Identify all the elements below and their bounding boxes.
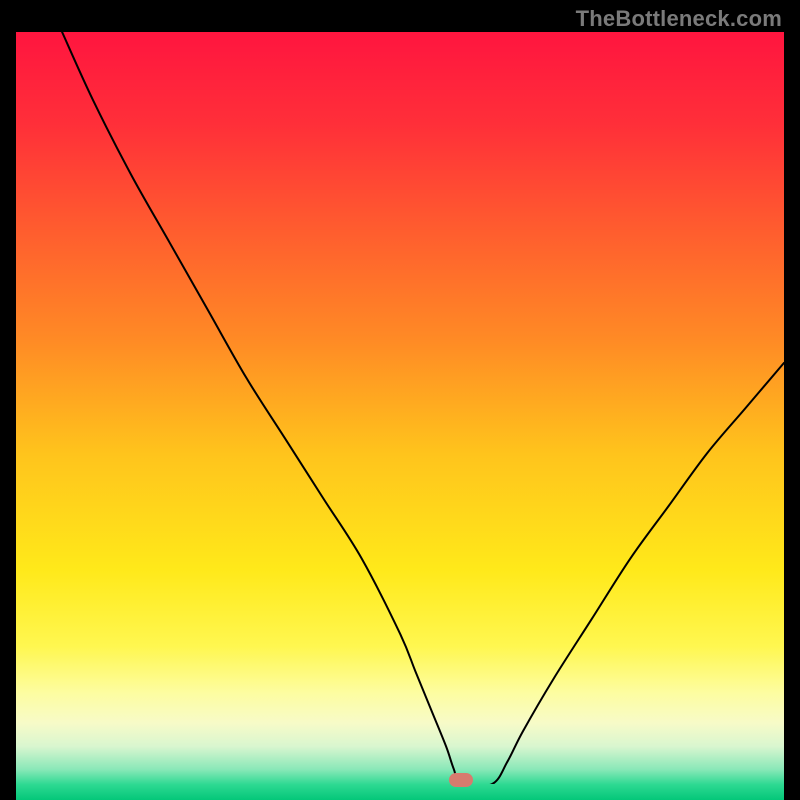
bottleneck-curve [16,32,784,784]
chart-stage: TheBottleneck.com [0,0,800,800]
plot-area [16,32,784,784]
watermark-text: TheBottleneck.com [576,6,782,32]
optimum-marker [449,773,473,787]
